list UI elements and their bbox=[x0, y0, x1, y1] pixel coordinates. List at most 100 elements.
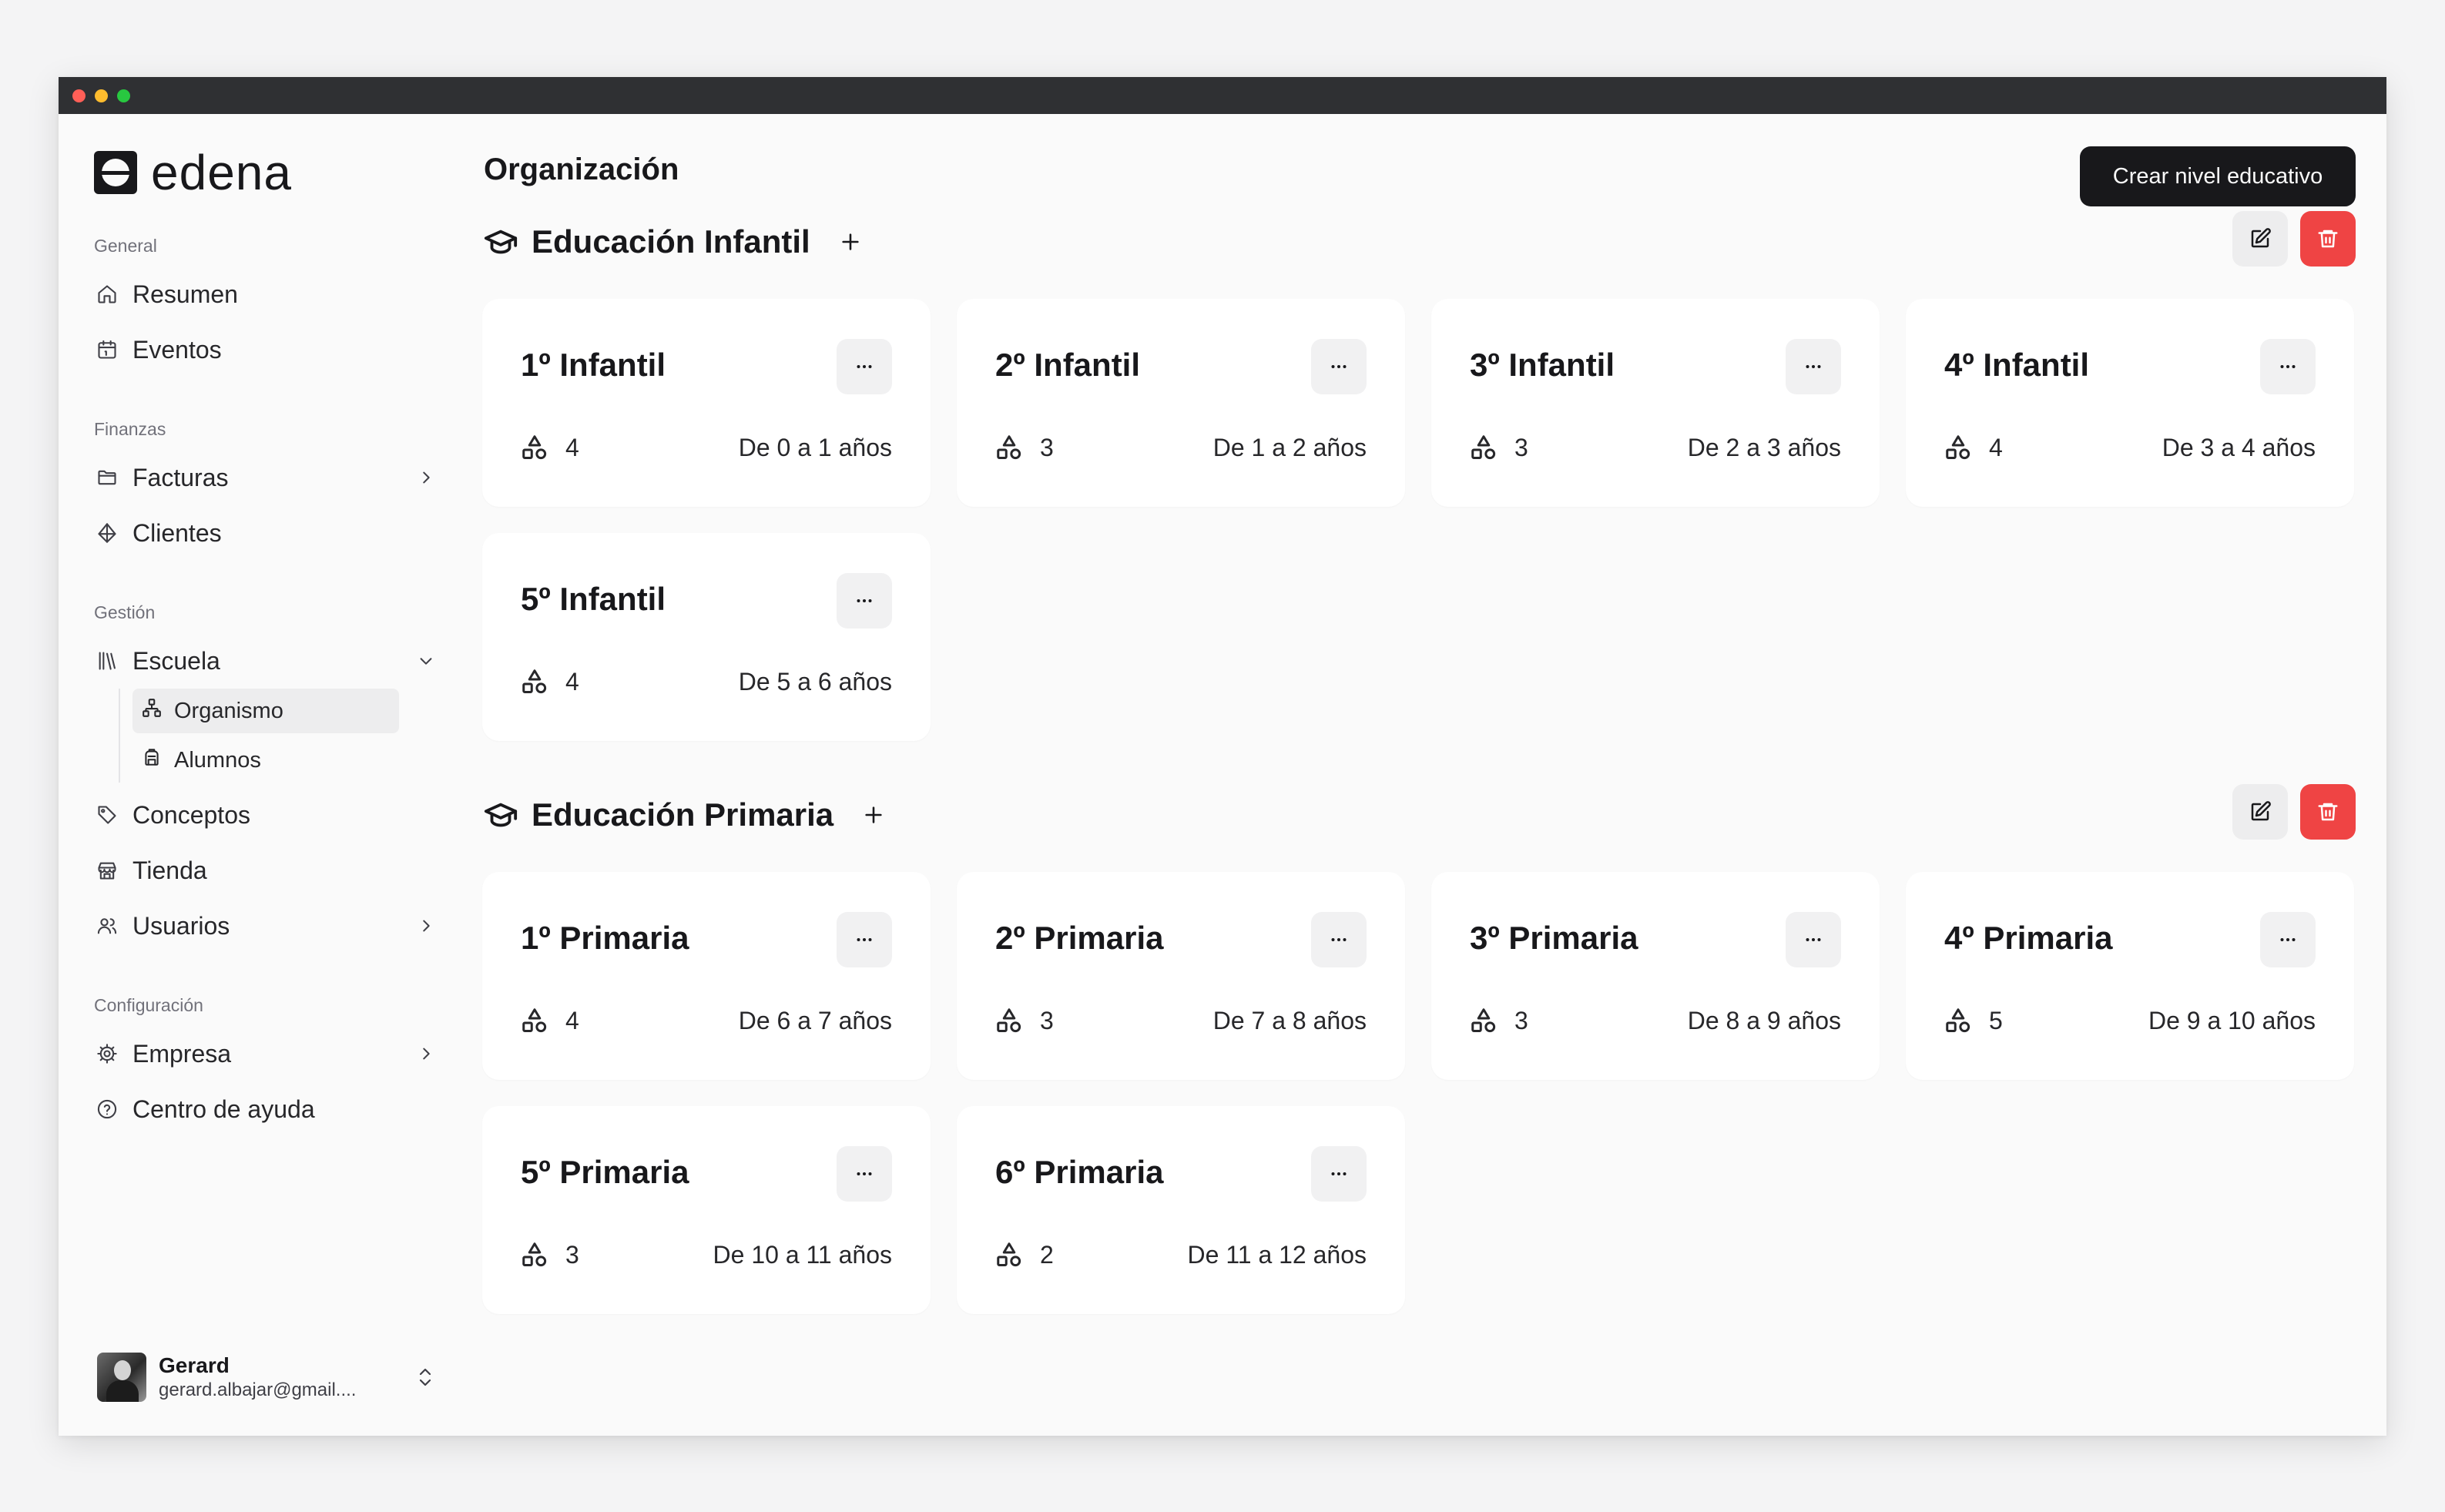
delete-section-button[interactable] bbox=[2300, 784, 2356, 840]
age-range: De 9 a 10 años bbox=[2148, 1007, 2316, 1034]
sidebar-item-usuarios[interactable]: Usuarios bbox=[94, 898, 438, 954]
ellipsis-icon bbox=[1802, 928, 1825, 951]
sidebar-item-resumen[interactable]: Resumen bbox=[94, 267, 438, 322]
plus-icon[interactable] bbox=[835, 226, 866, 257]
sub-nav-escuela: Organismo Alumnos bbox=[119, 689, 438, 783]
level-card[interactable]: 5º Infantil 4 De 5 a 6 años bbox=[482, 533, 931, 741]
level-title: 1º Infantil bbox=[521, 347, 666, 383]
nav-group-configuracion: Configuración Empresa Centro de ayuda bbox=[94, 994, 438, 1137]
graduation-cap-icon bbox=[482, 223, 519, 260]
level-card[interactable]: 4º Primaria 5 De 9 a 10 años bbox=[1906, 872, 2354, 1080]
level-card[interactable]: 2º Infantil 3 De 1 a 2 años bbox=[957, 299, 1405, 507]
edit-section-button[interactable] bbox=[2232, 211, 2288, 267]
main-content: Organización Crear nivel educativo Educa… bbox=[482, 114, 2356, 1436]
delete-section-button[interactable] bbox=[2300, 211, 2356, 267]
ellipsis-icon bbox=[853, 928, 876, 951]
user-menu[interactable]: Gerard gerard.albajar@gmail.... bbox=[97, 1351, 436, 1403]
edit-icon bbox=[2251, 801, 2271, 821]
level-card[interactable]: 1º Primaria 4 De 6 a 7 años bbox=[482, 872, 931, 1080]
more-options-button[interactable] bbox=[2260, 339, 2316, 394]
ellipsis-icon bbox=[2276, 355, 2299, 378]
more-options-button[interactable] bbox=[837, 912, 892, 967]
more-options-button[interactable] bbox=[1311, 1146, 1367, 1202]
chevron-right-icon[interactable] bbox=[414, 466, 438, 489]
minimize-window-button[interactable] bbox=[95, 89, 108, 102]
sidebar-item-organismo[interactable]: Organismo bbox=[132, 689, 399, 733]
sidebar-item-tienda[interactable]: Tienda bbox=[94, 843, 438, 898]
level-card[interactable]: 1º Infantil 4 De 0 a 1 años bbox=[482, 299, 931, 507]
age-range: De 11 a 12 años bbox=[1187, 1241, 1367, 1269]
age-range: De 5 a 6 años bbox=[738, 668, 892, 696]
brand[interactable]: edena bbox=[94, 148, 438, 197]
group-count: 4 bbox=[521, 665, 579, 698]
group-count: 3 bbox=[995, 1004, 1054, 1037]
maximize-window-button[interactable] bbox=[117, 89, 130, 102]
nav-group-finanzas: Finanzas Facturas Clientes bbox=[94, 417, 438, 561]
level-title: 6º Primaria bbox=[995, 1154, 1164, 1190]
nav-group-label: Gestión bbox=[94, 602, 156, 622]
create-level-button[interactable]: Crear nivel educativo bbox=[2080, 146, 2356, 206]
level-card[interactable]: 5º Primaria 3 De 10 a 11 años bbox=[482, 1106, 931, 1314]
group-count-value: 5 bbox=[1989, 1007, 2003, 1034]
level-card[interactable]: 4º Infantil 4 De 3 a 4 años bbox=[1906, 299, 2354, 507]
close-window-button[interactable] bbox=[72, 89, 86, 102]
level-title: 4º Infantil bbox=[1944, 347, 2090, 383]
more-options-button[interactable] bbox=[1786, 339, 1841, 394]
sidebar-item-conceptos[interactable]: Conceptos bbox=[94, 787, 438, 843]
more-options-button[interactable] bbox=[837, 339, 892, 394]
level-title: 2º Primaria bbox=[995, 920, 1164, 956]
sidebar-item-facturas[interactable]: Facturas bbox=[94, 450, 438, 505]
more-options-button[interactable] bbox=[837, 573, 892, 629]
age-range: De 10 a 11 años bbox=[713, 1241, 892, 1269]
sidebar-item-eventos[interactable]: Eventos bbox=[94, 322, 438, 377]
section-header: Educación Infantil bbox=[482, 211, 2356, 273]
store-icon bbox=[96, 859, 119, 882]
level-card[interactable]: 6º Primaria 2 De 11 a 12 años bbox=[957, 1106, 1405, 1314]
group-count: 5 bbox=[1944, 1004, 2003, 1037]
edit-section-button[interactable] bbox=[2232, 784, 2288, 840]
group-count: 3 bbox=[1470, 1004, 1528, 1037]
ellipsis-icon bbox=[1327, 1162, 1350, 1185]
sidebar-item-clientes[interactable]: Clientes bbox=[94, 505, 438, 561]
chevron-right-icon[interactable] bbox=[414, 914, 438, 937]
sidebar-item-empresa[interactable]: Empresa bbox=[94, 1026, 438, 1081]
more-options-button[interactable] bbox=[2260, 912, 2316, 967]
level-card[interactable]: 3º Infantil 3 De 2 a 3 años bbox=[1431, 299, 1880, 507]
level-card[interactable]: 3º Primaria 3 De 8 a 9 años bbox=[1431, 872, 1880, 1080]
sidebar-item-label: Facturas bbox=[132, 463, 229, 491]
more-options-button[interactable] bbox=[1311, 912, 1367, 967]
sidebar-item-centro-de-ayuda[interactable]: Centro de ayuda bbox=[94, 1081, 438, 1137]
more-options-button[interactable] bbox=[1311, 339, 1367, 394]
plus-icon[interactable] bbox=[858, 800, 889, 830]
sidebar-item-label: Empresa bbox=[132, 1039, 232, 1068]
avatar bbox=[97, 1353, 146, 1402]
group-count: 3 bbox=[995, 431, 1054, 464]
shapes-icon bbox=[521, 1007, 548, 1034]
more-options-button[interactable] bbox=[1786, 912, 1841, 967]
section-educacion-primaria: Educación Primaria 1º Primaria 4 De 6 a 7 … bbox=[482, 784, 2356, 1339]
chevron-down-icon[interactable] bbox=[414, 649, 438, 672]
nav-group-general: General Resumen Eventos bbox=[94, 234, 438, 377]
help-circle-icon bbox=[96, 1098, 119, 1121]
tag-icon bbox=[96, 803, 119, 826]
group-count-value: 3 bbox=[1514, 434, 1528, 461]
group-count: 4 bbox=[521, 1004, 579, 1037]
age-range: De 2 a 3 años bbox=[1687, 434, 1841, 461]
group-count-value: 3 bbox=[1040, 434, 1054, 461]
more-options-button[interactable] bbox=[837, 1146, 892, 1202]
level-card[interactable]: 2º Primaria 3 De 7 a 8 años bbox=[957, 872, 1405, 1080]
nav-group-gestion: Gestión Escuela Organismo Alumnos Concep… bbox=[94, 601, 438, 954]
level-title: 4º Primaria bbox=[1944, 920, 2113, 956]
age-range: De 8 a 9 años bbox=[1687, 1007, 1841, 1034]
sidebar-item-escuela[interactable]: Escuela bbox=[94, 633, 438, 689]
chevrons-up-down-icon[interactable] bbox=[414, 1362, 436, 1393]
shapes-icon bbox=[1470, 434, 1498, 461]
home-icon bbox=[96, 283, 119, 306]
user-email: gerard.albajar@gmail.... bbox=[159, 1380, 357, 1400]
section-educacion-infantil: Educación Infantil 1º Infantil 4 De 0 a 1 … bbox=[482, 211, 2356, 766]
ellipsis-icon bbox=[1327, 928, 1350, 951]
gem-icon bbox=[96, 521, 119, 545]
chevron-right-icon[interactable] bbox=[414, 1042, 438, 1065]
sidebar-item-alumnos[interactable]: Alumnos bbox=[132, 738, 399, 783]
group-count: 4 bbox=[521, 431, 579, 464]
